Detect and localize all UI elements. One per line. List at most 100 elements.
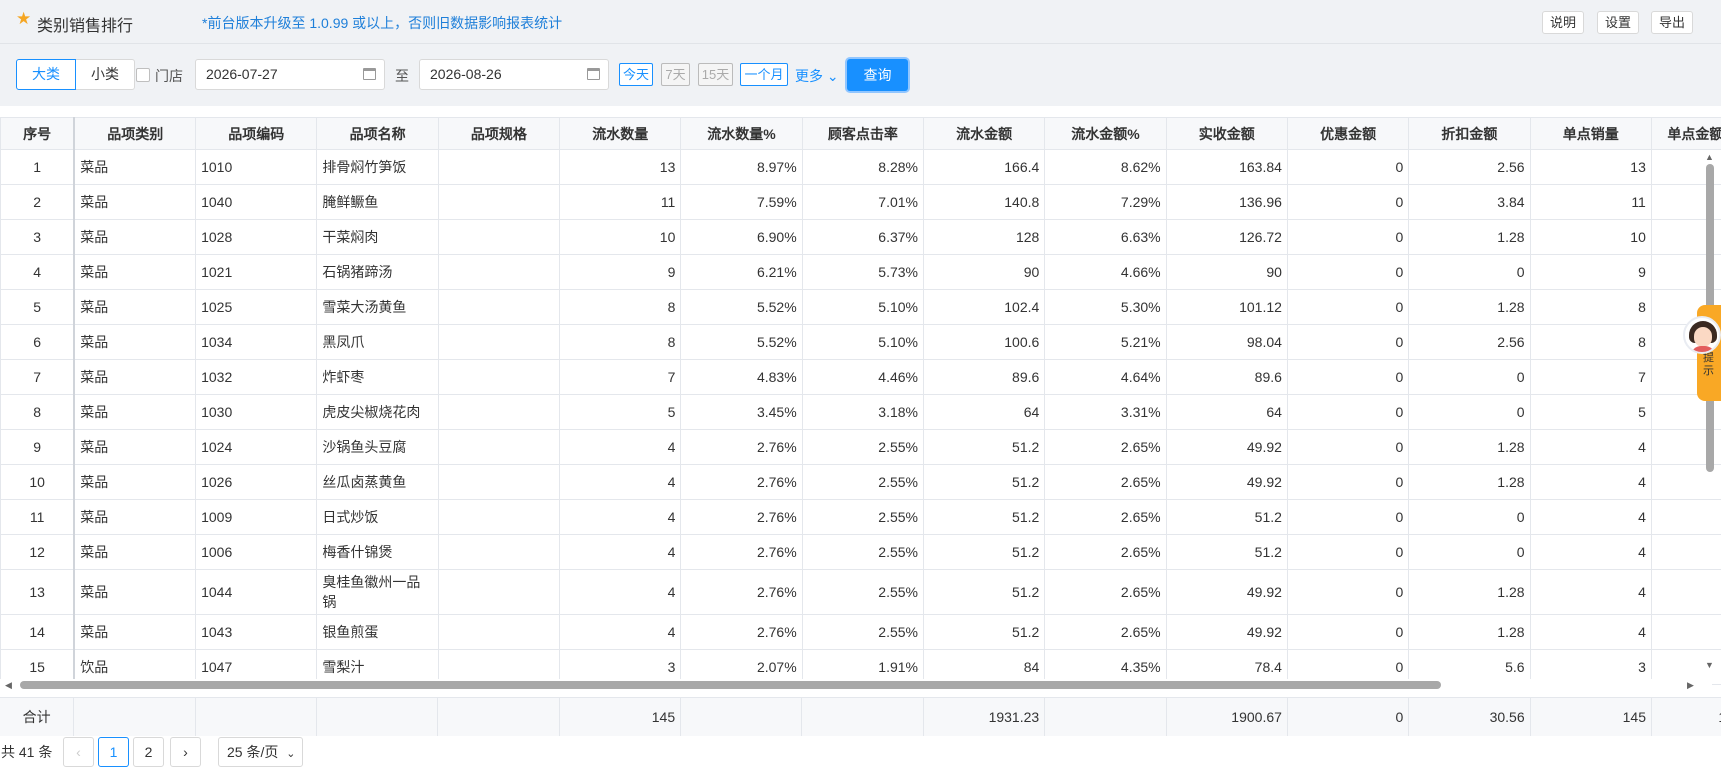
table-cell: 51.2 xyxy=(922,614,1046,650)
scroll-up-icon[interactable]: ▲ xyxy=(1705,152,1714,162)
table-cell: 12 xyxy=(0,534,76,570)
query-button[interactable]: 查询 xyxy=(847,59,908,91)
table-row[interactable]: 8 菜品 1030 虎皮尖椒烧花肉 5 3.45% 3.18% 64 3.31% 64 0 0 5 xyxy=(0,394,1721,430)
column-header[interactable]: 流水数量 xyxy=(559,117,682,150)
column-header[interactable]: 顾客点击率 xyxy=(801,117,924,150)
vertical-scrollbar[interactable]: ▲ ▼ xyxy=(1703,152,1717,674)
table-cell: 2.65% xyxy=(1044,499,1167,535)
table-cell: 5.52% xyxy=(680,324,803,360)
scroll-down-icon[interactable]: ▼ xyxy=(1705,660,1714,670)
table-cell: 干菜焖肉 xyxy=(316,219,439,255)
table-cell: 1043 xyxy=(195,614,318,650)
column-header[interactable]: 流水金额% xyxy=(1044,117,1167,150)
table-row[interactable]: 13 菜品 1044 臭桂鱼徽州一品锅 4 2.76% 2.55% 51.2 2.65% 49.9… xyxy=(0,569,1721,615)
today-button[interactable]: 今天 xyxy=(619,63,653,86)
table-cell: 沙锅鱼头豆腐 xyxy=(316,429,439,465)
date-separator: 至 xyxy=(395,68,409,84)
store-label: 门店 xyxy=(155,68,183,84)
table-cell: 51.2 xyxy=(922,569,1046,615)
table-cell: 2.55% xyxy=(801,614,924,650)
table-cell: 4 xyxy=(1529,614,1652,650)
next-page-button[interactable]: › xyxy=(170,737,201,767)
column-header[interactable]: 流水金额 xyxy=(922,117,1046,150)
table-cell: 1.28 xyxy=(1408,429,1531,465)
table-cell: 0 xyxy=(1286,429,1410,465)
table-cell: 2.65% xyxy=(1044,569,1167,615)
column-header[interactable]: 品项类别 xyxy=(73,117,197,150)
table-cell: 5 xyxy=(1529,394,1652,430)
table-cell: 1034 xyxy=(195,324,318,360)
more-dropdown[interactable]: 更多 ⌄ xyxy=(795,66,839,86)
star-icon[interactable]: ★ xyxy=(16,9,31,29)
total-cell xyxy=(316,698,439,736)
settings-button[interactable]: 设置 xyxy=(1597,11,1640,34)
table-row[interactable]: 12 菜品 1006 梅香什锦煲 4 2.76% 2.55% 51.2 2.65% 51.2 0 0 4 xyxy=(0,534,1721,570)
column-header[interactable]: 品项名称 xyxy=(316,117,439,150)
table-row[interactable]: 1 菜品 1010 排骨焖竹笋饭 13 8.97% 8.28% 166.4 8.62% 163.8… xyxy=(0,149,1721,185)
table-row[interactable]: 11 菜品 1009 日式炒饭 4 2.76% 2.55% 51.2 2.65% 51.2 0 0 4 xyxy=(0,499,1721,535)
column-header[interactable]: 单点销量 xyxy=(1529,117,1652,150)
category-minor-tab[interactable]: 小类 xyxy=(75,59,135,90)
column-header[interactable]: 序号 xyxy=(0,117,76,150)
table-cell: 菜品 xyxy=(73,614,197,650)
one-month-button[interactable]: 一个月 xyxy=(740,63,788,86)
table-cell: 13 xyxy=(0,569,76,615)
column-header[interactable]: 实收金额 xyxy=(1165,117,1288,150)
table-cell: 4 xyxy=(1529,429,1652,465)
table-cell: 梅香什锦煲 xyxy=(316,534,439,570)
table-cell xyxy=(437,614,561,650)
table-cell: 136.96 xyxy=(1165,184,1288,220)
page-2-button[interactable]: 2 xyxy=(133,737,164,767)
table-row[interactable]: 6 菜品 1034 黑凤爪 8 5.52% 5.10% 100.6 5.21% 98.04 0 2.5… xyxy=(0,324,1721,360)
15-days-button[interactable]: 15天 xyxy=(698,63,733,86)
table-row[interactable]: 14 菜品 1043 银鱼煎蛋 4 2.76% 2.55% 51.2 2.65% 49.92 0 1.… xyxy=(0,614,1721,650)
table-cell: 1024 xyxy=(195,429,318,465)
table-cell: 银鱼煎蛋 xyxy=(316,614,439,650)
column-header[interactable]: 优惠金额 xyxy=(1286,117,1410,150)
7-days-button[interactable]: 7天 xyxy=(661,63,690,86)
table-cell: 128 xyxy=(922,219,1046,255)
column-header[interactable]: 流水数量% xyxy=(680,117,803,150)
column-header[interactable]: 单点金额 xyxy=(1650,117,1721,150)
page-1-button[interactable]: 1 xyxy=(98,737,129,767)
horizontal-scrollbar[interactable]: ◀ ▶ xyxy=(0,679,1712,691)
table-cell xyxy=(437,324,561,360)
table-row[interactable]: 2 菜品 1040 腌鲜鳜鱼 11 7.59% 7.01% 140.8 7.29% 136.96 0… xyxy=(0,184,1721,220)
start-date-input[interactable]: 2026-07-27 xyxy=(195,59,385,90)
horizontal-scroll-thumb[interactable] xyxy=(20,681,1441,689)
more-label: 更多 xyxy=(795,68,823,84)
store-checkbox[interactable] xyxy=(136,68,150,82)
table-cell: 163.84 xyxy=(1165,149,1288,185)
column-header[interactable]: 品项规格 xyxy=(437,117,561,150)
table-cell xyxy=(437,429,561,465)
table-cell xyxy=(437,569,561,615)
prev-page-button[interactable]: ‹ xyxy=(63,737,94,767)
table-cell: 菜品 xyxy=(73,359,197,395)
table-row[interactable]: 7 菜品 1032 炸虾枣 7 4.83% 4.46% 89.6 4.64% 89.6 0 0 7 xyxy=(0,359,1721,395)
table-cell: 51.2 xyxy=(1165,499,1288,535)
total-cell: 145 xyxy=(559,698,682,736)
table-cell xyxy=(437,289,561,325)
scroll-right-icon[interactable]: ▶ xyxy=(1687,680,1694,691)
explain-button[interactable]: 说明 xyxy=(1542,11,1585,34)
table-row[interactable]: 10 菜品 1026 丝瓜卤蒸黄鱼 4 2.76% 2.55% 51.2 2.65% 49.92 0… xyxy=(0,464,1721,500)
end-date-input[interactable]: 2026-08-26 xyxy=(419,59,609,90)
table-cell: 菜品 xyxy=(73,219,197,255)
table-row[interactable]: 3 菜品 1028 干菜焖肉 10 6.90% 6.37% 128 6.63% 126.72 0 1.… xyxy=(0,219,1721,255)
total-cell xyxy=(1044,698,1167,736)
table-cell: 0 xyxy=(1408,534,1531,570)
scroll-left-icon[interactable]: ◀ xyxy=(5,680,12,691)
table-cell: 0 xyxy=(1286,394,1410,430)
assistant-avatar-icon[interactable] xyxy=(1683,316,1721,354)
table-row[interactable]: 4 菜品 1021 石锅猪蹄汤 9 6.21% 5.73% 90 4.66% 90 0 0 9 xyxy=(0,254,1721,290)
export-button[interactable]: 导出 xyxy=(1651,11,1694,34)
table-cell: 89.6 xyxy=(1165,359,1288,395)
table-cell: 1030 xyxy=(195,394,318,430)
table-row[interactable]: 5 菜品 1025 雪菜大汤黄鱼 8 5.52% 5.10% 102.4 5.30% 101.12… xyxy=(0,289,1721,325)
column-header[interactable]: 品项编码 xyxy=(195,117,318,150)
table-row[interactable]: 9 菜品 1024 沙锅鱼头豆腐 4 2.76% 2.55% 51.2 2.65% 49.92 0 1… xyxy=(0,429,1721,465)
table-cell: 2.76% xyxy=(680,499,803,535)
category-major-tab[interactable]: 大类 xyxy=(16,59,76,90)
page-size-select[interactable]: 25 条/页 ⌄ xyxy=(218,737,303,767)
column-header[interactable]: 折扣金额 xyxy=(1408,117,1531,150)
